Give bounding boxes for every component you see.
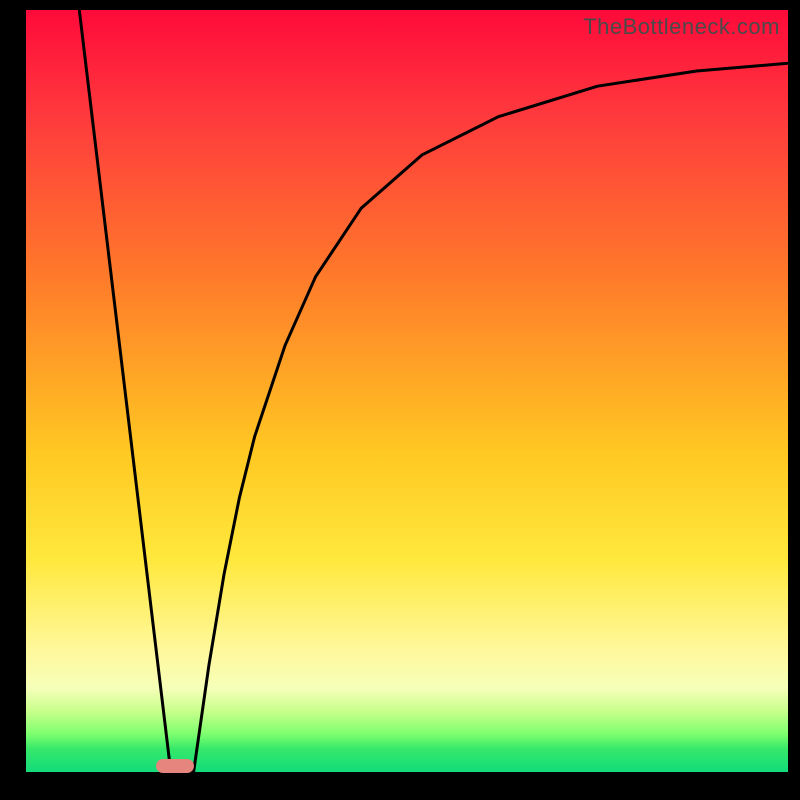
optimum-marker xyxy=(156,759,194,773)
bottleneck-curve xyxy=(26,10,788,772)
chart-frame: TheBottleneck.com xyxy=(0,0,800,800)
curve-path xyxy=(79,10,788,772)
plot-area: TheBottleneck.com xyxy=(26,10,788,772)
